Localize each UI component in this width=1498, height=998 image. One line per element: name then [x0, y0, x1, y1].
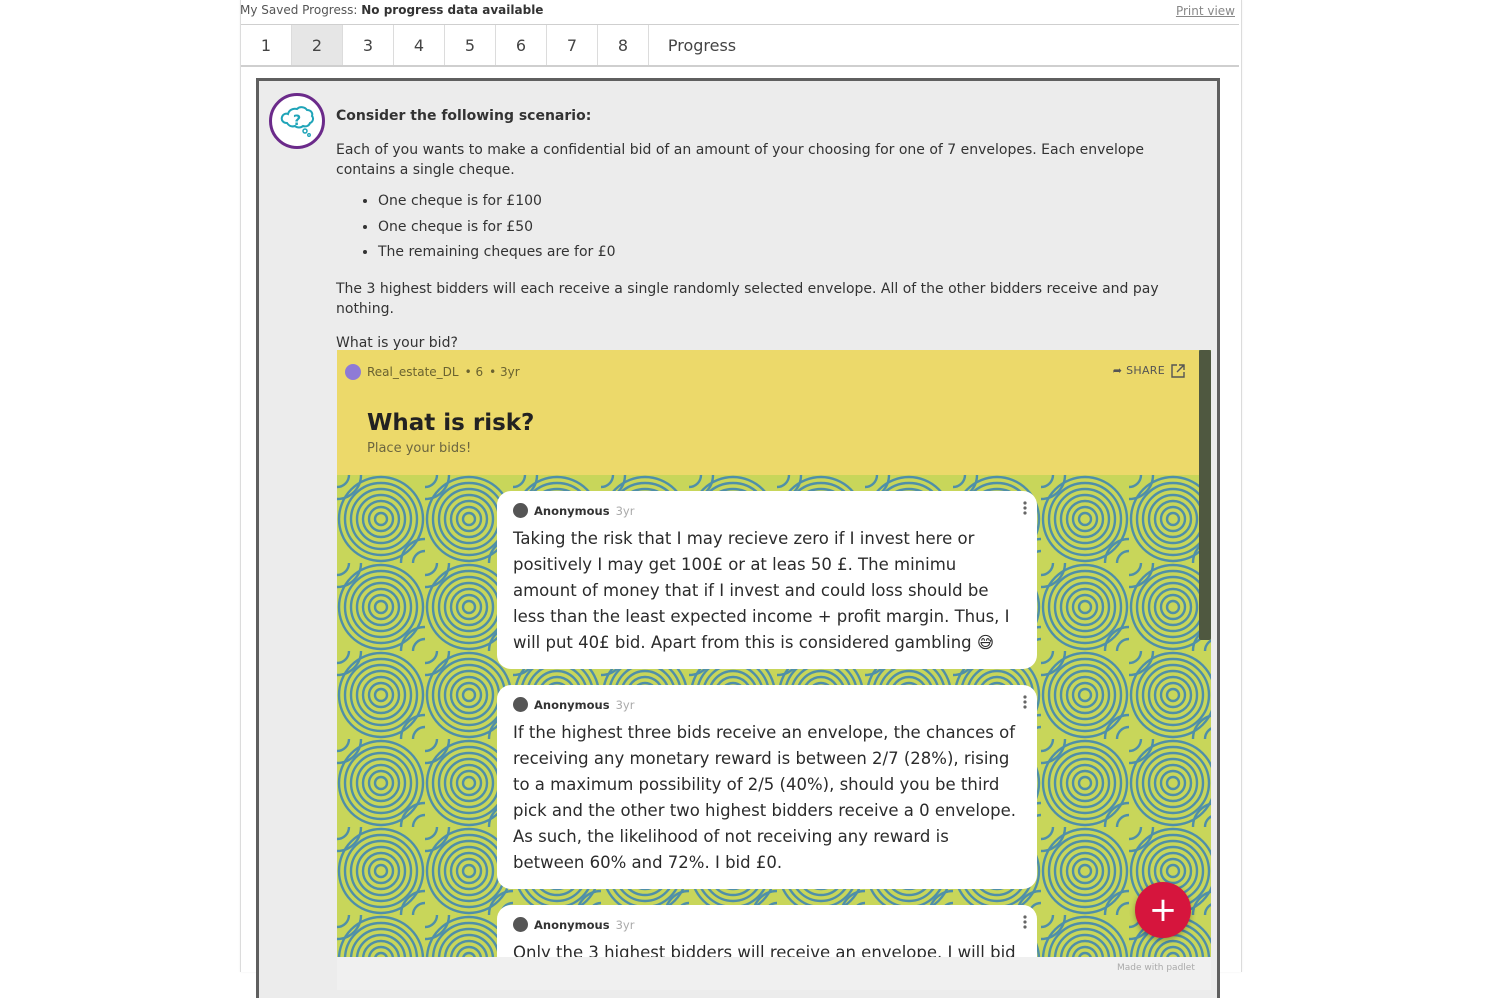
avatar — [513, 503, 528, 518]
question-text: Consider the following scenario: Each of… — [336, 106, 1206, 353]
tab-5[interactable]: 5 — [445, 25, 496, 65]
tab-1[interactable]: 1 — [241, 25, 292, 65]
padlet-title: What is risk? — [367, 410, 535, 436]
padlet-subtitle: Place your bids! — [367, 441, 472, 456]
tab-4[interactable]: 4 — [394, 25, 445, 65]
question-heading: Consider the following scenario: — [336, 108, 592, 124]
post-author: Anonymous — [534, 697, 610, 712]
like-count[interactable]: • 6 — [465, 365, 484, 379]
post-meta: Anonymous 3yr — [513, 697, 1021, 712]
print-view-link[interactable]: Print view — [1176, 4, 1235, 18]
tab-progress[interactable]: Progress — [649, 25, 755, 65]
add-post-button[interactable]: + — [1135, 882, 1191, 938]
post-author: Anonymous — [534, 503, 610, 518]
saved-progress-value: No progress data available — [361, 3, 544, 17]
padlet-footer: Made with padlet — [337, 957, 1211, 990]
share-button[interactable]: ➦ SHARE — [1113, 364, 1165, 377]
post-time: 3yr — [615, 503, 635, 518]
tab-2[interactable]: 2 — [292, 25, 343, 65]
question-para2: The 3 highest bidders will each receive … — [336, 280, 1159, 317]
more-options-icon[interactable] — [1023, 501, 1027, 515]
page-tabs: 1 2 3 4 5 6 7 8 Progress — [241, 24, 1239, 67]
more-options-icon[interactable] — [1023, 915, 1027, 929]
question-intro: Each of you wants to make a confidential… — [336, 142, 1144, 178]
list-item: One cheque is for £100 — [378, 189, 1206, 215]
share-icon: ➦ — [1112, 364, 1127, 377]
plus-icon: + — [1148, 890, 1178, 930]
post-meta: Anonymous 3yr — [513, 503, 1021, 518]
tab-6[interactable]: 6 — [496, 25, 547, 65]
open-external-icon[interactable] — [1171, 364, 1185, 378]
padlet-age: • 3yr — [489, 365, 520, 379]
avatar — [513, 917, 528, 932]
list-item: One cheque is for £50 — [378, 215, 1206, 241]
padlet-author[interactable]: Real_estate_DL — [367, 365, 459, 379]
svg-text:?: ? — [293, 113, 301, 129]
tab-7[interactable]: 7 — [547, 25, 598, 65]
author-avatar[interactable] — [345, 364, 361, 380]
post-author: Anonymous — [534, 917, 610, 932]
saved-progress-label: My Saved Progress: No progress data avai… — [240, 3, 544, 17]
post-meta: Anonymous 3yr — [513, 917, 1021, 932]
cheque-list: One cheque is for £100 One cheque is for… — [336, 189, 1206, 266]
padlet-header: Real_estate_DL • 6 • 3yr ➦ SHARE What is… — [337, 350, 1199, 475]
activity-box: ? Consider the following scenario: Each … — [256, 78, 1220, 998]
post-time: 3yr — [615, 697, 635, 712]
tab-8[interactable]: 8 — [598, 25, 649, 65]
scrollbar[interactable] — [1199, 350, 1211, 640]
padlet-embed[interactable]: Real_estate_DL • 6 • 3yr ➦ SHARE What is… — [337, 350, 1211, 990]
post-card[interactable]: Anonymous 3yr If the highest three bids … — [497, 685, 1037, 889]
post-body: If the highest three bids receive an env… — [513, 723, 1016, 872]
list-item: The remaining cheques are for £0 — [378, 240, 1206, 266]
more-options-icon[interactable] — [1023, 695, 1027, 709]
question-thought-icon: ? — [269, 93, 325, 149]
padlet-meta: Real_estate_DL • 6 • 3yr — [345, 364, 520, 380]
post-body: Taking the risk that I may recieve zero … — [513, 529, 1010, 652]
post-time: 3yr — [615, 917, 635, 932]
avatar — [513, 697, 528, 712]
tab-3[interactable]: 3 — [343, 25, 394, 65]
saved-progress-row: My Saved Progress: No progress data avai… — [240, 3, 1238, 21]
post-card[interactable]: Anonymous 3yr Taking the risk that I may… — [497, 491, 1037, 669]
